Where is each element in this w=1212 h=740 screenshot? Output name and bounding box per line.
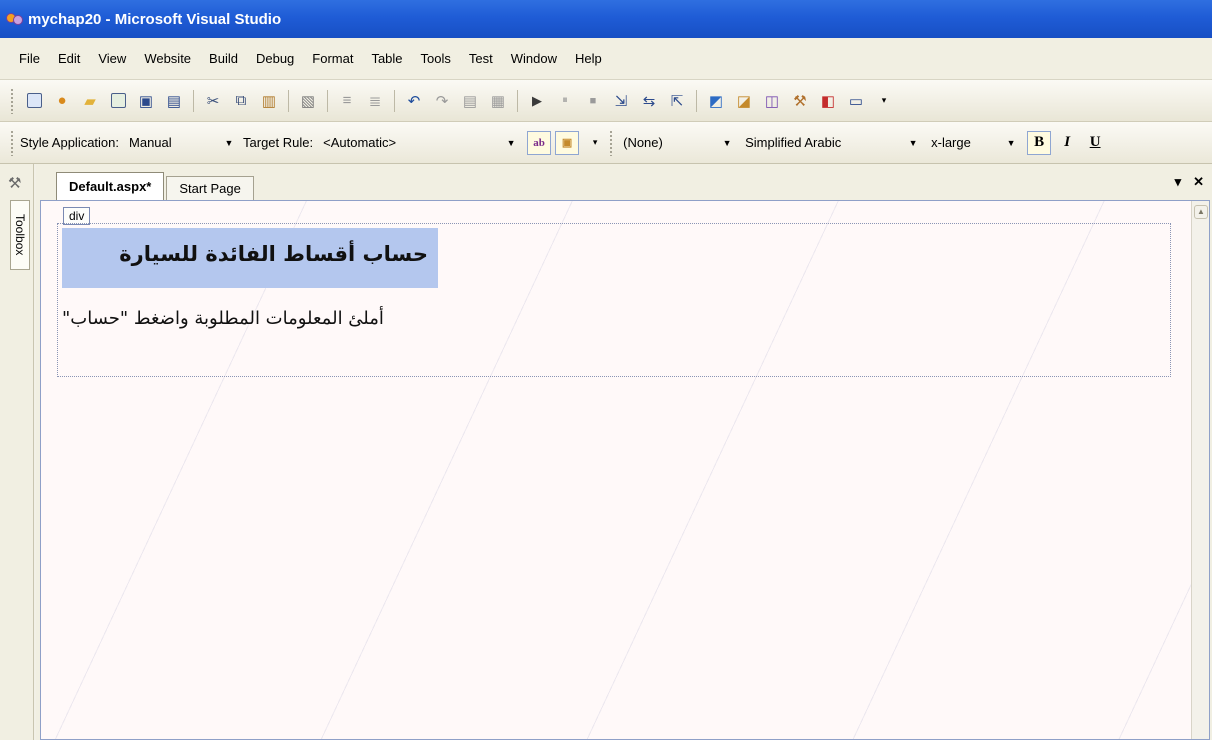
- toolbar-separator: [193, 89, 194, 112]
- redo-icon[interactable]: ↷: [430, 89, 454, 113]
- chevron-down-icon: ▼: [224, 137, 234, 148]
- menu-debug[interactable]: Debug: [247, 51, 303, 66]
- toolbar-separator: [696, 89, 697, 112]
- target-rule-label: Target Rule:: [243, 135, 314, 150]
- menu-build[interactable]: Build: [200, 51, 247, 66]
- chevron-down-icon: ▼: [722, 137, 732, 148]
- start-debugging-icon[interactable]: ▶: [525, 89, 549, 113]
- new-project-icon[interactable]: [22, 89, 46, 113]
- step-out-icon[interactable]: ⇱: [665, 89, 689, 113]
- document-area: Default.aspx* Start Page ▾ ✕ div حساب أق…: [36, 164, 1212, 740]
- bold-button[interactable]: B: [1027, 130, 1052, 155]
- document-tabs: Default.aspx* Start Page: [56, 170, 256, 200]
- font-name-value: Simplified Arabic: [745, 135, 842, 150]
- menu-help[interactable]: Help: [566, 51, 611, 66]
- chevron-down-icon: ▼: [506, 137, 516, 148]
- toolbar-grip[interactable]: [10, 129, 14, 156]
- add-item-icon[interactable]: [106, 89, 130, 113]
- toolbar-grip[interactable]: [10, 87, 14, 114]
- save-icon[interactable]: ▣: [134, 89, 158, 113]
- object-browser-icon[interactable]: ◫: [760, 89, 784, 113]
- menu-file[interactable]: File: [10, 51, 49, 66]
- navigate-forward-icon[interactable]: ▦: [486, 89, 510, 113]
- toolbox-tools-icon[interactable]: ⚒: [8, 174, 21, 192]
- target-rule-value: <Automatic>: [323, 135, 397, 150]
- underline-button[interactable]: U: [1083, 131, 1107, 155]
- toolbar-grip[interactable]: [609, 129, 614, 156]
- save-all-icon[interactable]: ▤: [162, 89, 186, 113]
- window-title: mychap20 - Microsoft Visual Studio: [28, 10, 282, 28]
- block-format-dropdown[interactable]: (None) ▼: [619, 132, 735, 154]
- error-list-icon[interactable]: ◧: [816, 89, 840, 113]
- menu-edit[interactable]: Edit: [49, 51, 89, 66]
- tab-controls: ▾ ✕: [1175, 174, 1204, 190]
- step-over-icon[interactable]: ⇆: [637, 89, 661, 113]
- page-heading[interactable]: حساب أقساط الفائدة للسيارة: [68, 242, 428, 266]
- div-container[interactable]: حساب أقساط الفائدة للسيارة أملئ المعلوما…: [57, 223, 1171, 377]
- style-toolbar: Style Application: Manual ▼ Target Rule:…: [0, 122, 1212, 164]
- design-surface[interactable]: div حساب أقساط الفائدة للسيارة أملئ المع…: [40, 200, 1210, 740]
- style-application-label: Style Application:: [20, 135, 120, 150]
- visual-studio-icon: [6, 11, 23, 27]
- standard-toolbar: ● ▰ ▣ ▤ ✂ ⧉ ▥ ▧ ≡ ≣ ↶ ↷ ▤ ▦ ▶ ⏸ ■ ⇲ ⇆ ⇱ …: [0, 80, 1212, 122]
- toolbar-overflow-icon[interactable]: ▾: [872, 89, 896, 113]
- style-application-dropdown[interactable]: Manual ▼: [125, 132, 237, 154]
- vertical-scrollbar[interactable]: ▲: [1191, 201, 1209, 739]
- toolbox-strip: ⚒ Toolbox: [0, 164, 34, 740]
- block-format-value: (None): [623, 135, 663, 150]
- tab-default-aspx[interactable]: Default.aspx*: [56, 172, 165, 200]
- chevron-down-icon: ▼: [1006, 137, 1016, 148]
- target-rule-dropdown[interactable]: <Automatic> ▼: [319, 132, 519, 154]
- instruction-text[interactable]: أملئ المعلومات المطلوبة واضغط "حساب": [62, 308, 522, 329]
- font-size-dropdown[interactable]: x-large ▼: [927, 132, 1019, 154]
- menu-view[interactable]: View: [89, 51, 135, 66]
- font-name-dropdown[interactable]: Simplified Arabic ▼: [741, 132, 921, 154]
- menu-table[interactable]: Table: [362, 51, 411, 66]
- step-into-icon[interactable]: ⇲: [609, 89, 633, 113]
- toolbox-tools-icon[interactable]: ⚒: [788, 89, 812, 113]
- menu-window[interactable]: Window: [502, 51, 566, 66]
- tab-start-page[interactable]: Start Page: [166, 176, 254, 200]
- open-file-icon[interactable]: ▰: [78, 89, 102, 113]
- menu-test[interactable]: Test: [460, 51, 502, 66]
- title-bar: mychap20 - Microsoft Visual Studio: [0, 0, 1212, 38]
- italic-button[interactable]: I: [1055, 131, 1079, 155]
- menu-bar: File Edit View Website Build Debug Forma…: [0, 38, 1212, 80]
- navigate-back-icon[interactable]: ▤: [458, 89, 482, 113]
- solution-explorer-icon[interactable]: ◩: [704, 89, 728, 113]
- toolbar-overflow-icon[interactable]: ▾: [583, 131, 607, 155]
- menu-format[interactable]: Format: [303, 51, 362, 66]
- undo-icon[interactable]: ↶: [402, 89, 426, 113]
- comment-icon[interactable]: ≡: [335, 89, 359, 113]
- pause-icon[interactable]: ⏸: [553, 89, 577, 113]
- show-overlay-icon[interactable]: ▣: [555, 130, 580, 155]
- menu-website[interactable]: Website: [135, 51, 200, 66]
- font-size-value: x-large: [931, 135, 971, 150]
- style-application-value: Manual: [129, 135, 172, 150]
- apply-new-style-icon[interactable]: ab: [527, 130, 552, 155]
- toolbar-separator: [394, 89, 395, 112]
- chevron-down-icon: ▼: [908, 137, 918, 148]
- toolbar-separator: [327, 89, 328, 112]
- menu-tools[interactable]: Tools: [412, 51, 460, 66]
- toolbar-separator: [288, 89, 289, 112]
- scroll-up-icon[interactable]: ▲: [1194, 205, 1208, 219]
- paste-icon[interactable]: ▥: [257, 89, 281, 113]
- window-layout-icon[interactable]: ▭: [844, 89, 868, 113]
- properties-icon[interactable]: ◪: [732, 89, 756, 113]
- copy-icon[interactable]: ⧉: [229, 89, 253, 113]
- stop-icon[interactable]: ■: [581, 89, 605, 113]
- new-website-icon[interactable]: ●: [50, 89, 74, 113]
- toolbox-tab[interactable]: Toolbox: [10, 200, 30, 270]
- cut-icon[interactable]: ✂: [201, 89, 225, 113]
- close-icon[interactable]: ✕: [1193, 174, 1204, 190]
- active-files-dropdown-icon[interactable]: ▾: [1175, 174, 1182, 190]
- toolbar-separator: [517, 89, 518, 112]
- uncomment-icon[interactable]: ≣: [363, 89, 387, 113]
- find-icon[interactable]: ▧: [296, 89, 320, 113]
